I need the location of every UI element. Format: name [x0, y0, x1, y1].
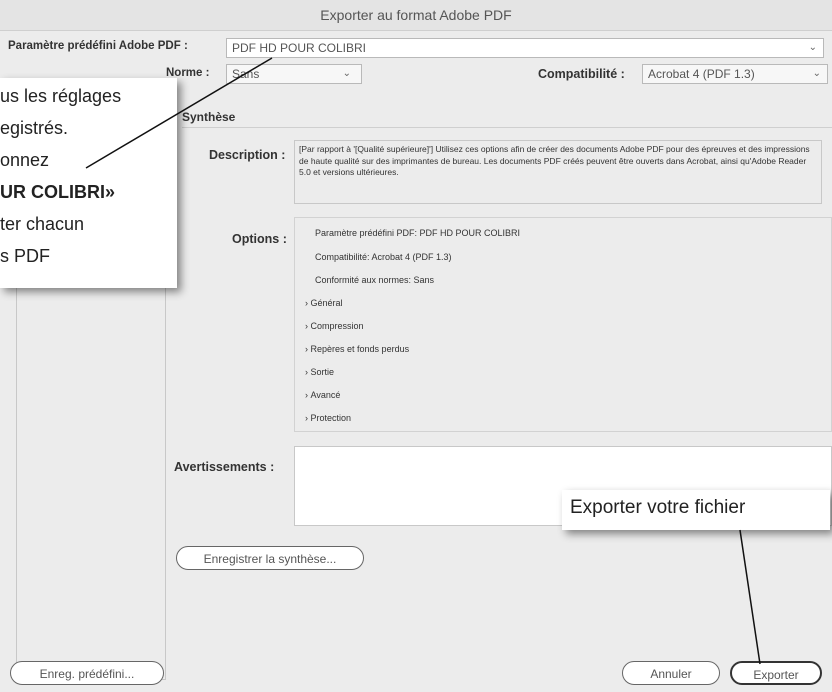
pointer-line-preset [85, 57, 273, 169]
annotation-pointers [85, 57, 761, 665]
pointer-line-export [739, 529, 761, 665]
